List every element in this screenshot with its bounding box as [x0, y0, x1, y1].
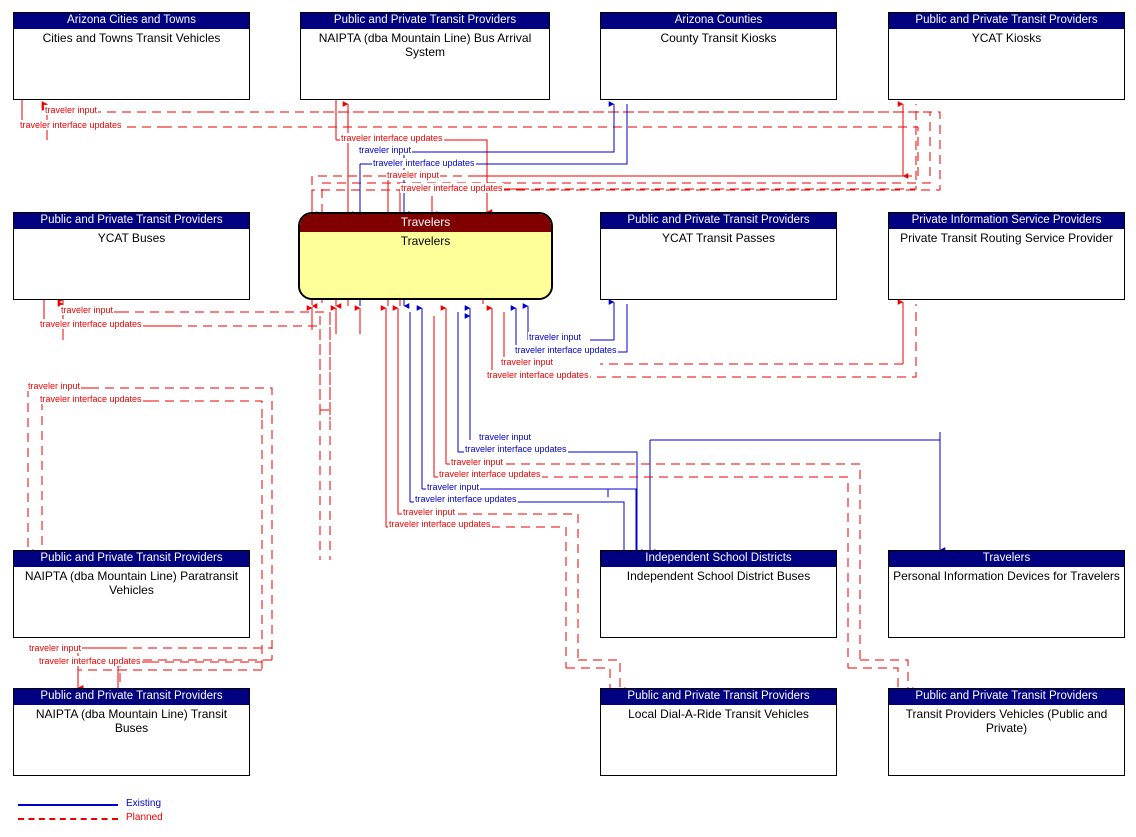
flow-label: traveler input: [402, 507, 457, 517]
flow-label: traveler interface updates: [414, 494, 518, 504]
legend: Existing Planned: [18, 798, 228, 832]
flow-label: traveler interface updates: [39, 394, 143, 404]
node-stakeholder: Public and Private Transit Providers: [889, 689, 1124, 705]
node-ycat-kiosks[interactable]: Public and Private Transit Providers YCA…: [888, 12, 1125, 100]
flow-label: traveler interface updates: [486, 370, 590, 380]
flow-label: traveler interface updates: [400, 183, 504, 193]
legend-line-existing: [18, 804, 118, 806]
flow-label: traveler interface updates: [388, 519, 492, 529]
node-cities-towns-transit-vehicles[interactable]: Arizona Cities and Towns Cities and Town…: [13, 12, 250, 100]
node-personal-information-devices-for-travelers[interactable]: Travelers Personal Information Devices f…: [888, 550, 1125, 638]
legend-label-planned: Planned: [126, 812, 163, 823]
legend-label-existing: Existing: [126, 798, 162, 809]
node-local-dial-a-ride-transit-vehicles[interactable]: Public and Private Transit Providers Loc…: [600, 688, 837, 776]
node-title: County Transit Kiosks: [660, 31, 777, 45]
node-naipta-paratransit-vehicles[interactable]: Public and Private Transit Providers NAI…: [13, 550, 250, 638]
flow-label: traveler input: [528, 332, 583, 342]
node-stakeholder: Public and Private Transit Providers: [14, 213, 249, 229]
flow-label: traveler interface updates: [514, 345, 618, 355]
node-private-transit-routing-service-provider[interactable]: Private Information Service Providers Pr…: [888, 212, 1125, 300]
node-title: Independent School District Buses: [626, 569, 811, 583]
node-naipta-bus-arrival-system[interactable]: Public and Private Transit Providers NAI…: [300, 12, 550, 100]
node-title: Cities and Towns Transit Vehicles: [42, 31, 221, 45]
flow-label: traveler input: [478, 432, 533, 442]
node-title: YCAT Transit Passes: [662, 231, 775, 245]
flow-label: traveler interface updates: [340, 133, 444, 143]
flow-label: traveler input: [500, 357, 555, 367]
flow-label: traveler interface updates: [438, 469, 542, 479]
node-stakeholder: Public and Private Transit Providers: [301, 13, 549, 29]
node-title: YCAT Buses: [97, 231, 166, 245]
flow-label: traveler input: [426, 482, 481, 492]
node-stakeholder: Travelers: [300, 214, 551, 232]
legend-line-planned: [18, 818, 118, 820]
node-ycat-transit-passes[interactable]: Public and Private Transit Providers YCA…: [600, 212, 837, 300]
legend-row-planned: Planned: [18, 812, 228, 826]
flow-label: traveler interface updates: [19, 120, 123, 130]
node-stakeholder: Private Information Service Providers: [889, 213, 1124, 229]
node-stakeholder: Public and Private Transit Providers: [889, 13, 1124, 29]
node-stakeholder: Public and Private Transit Providers: [601, 213, 836, 229]
node-travelers-center[interactable]: Travelers Travelers: [298, 212, 553, 300]
node-title: NAIPTA (dba Mountain Line) Bus Arrival S…: [318, 31, 532, 59]
flow-label: traveler input: [60, 305, 115, 315]
node-title: NAIPTA (dba Mountain Line) Transit Buses: [35, 707, 228, 735]
node-independent-school-district-buses[interactable]: Independent School Districts Independent…: [600, 550, 837, 638]
flow-label: traveler input: [44, 105, 99, 115]
flow-label: traveler interface updates: [38, 656, 142, 666]
node-title: Private Transit Routing Service Provider: [900, 231, 1113, 245]
node-stakeholder: Public and Private Transit Providers: [601, 689, 836, 705]
node-stakeholder: Public and Private Transit Providers: [14, 689, 249, 705]
node-title: YCAT Kiosks: [971, 31, 1042, 45]
node-ycat-buses[interactable]: Public and Private Transit Providers YCA…: [13, 212, 250, 300]
diagram-canvas: Arizona Cities and Towns Cities and Town…: [0, 0, 1136, 837]
flow-label: traveler input: [386, 170, 441, 180]
flow-label: traveler interface updates: [464, 444, 568, 454]
node-title: Transit Providers Vehicles (Public and P…: [905, 707, 1108, 735]
node-title: Travelers: [300, 232, 551, 298]
node-title: NAIPTA (dba Mountain Line) Paratransit V…: [24, 569, 239, 597]
legend-row-existing: Existing: [18, 798, 228, 812]
flow-label: traveler interface updates: [39, 319, 143, 329]
node-title: Personal Information Devices for Travele…: [893, 569, 1120, 583]
node-county-transit-kiosks[interactable]: Arizona Counties County Transit Kiosks: [600, 12, 837, 100]
node-stakeholder: Arizona Counties: [601, 13, 836, 29]
flow-label: traveler input: [28, 643, 83, 653]
node-title: Local Dial-A-Ride Transit Vehicles: [628, 707, 809, 721]
node-stakeholder: Arizona Cities and Towns: [14, 13, 249, 29]
node-stakeholder: Independent School Districts: [601, 551, 836, 567]
node-transit-providers-vehicles[interactable]: Public and Private Transit Providers Tra…: [888, 688, 1125, 776]
node-stakeholder: Travelers: [889, 551, 1124, 567]
flow-label: traveler input: [450, 457, 505, 467]
flow-label: traveler input: [358, 145, 413, 155]
flow-label: traveler input: [27, 381, 82, 391]
flow-label: traveler interface updates: [372, 158, 476, 168]
node-naipta-transit-buses[interactable]: Public and Private Transit Providers NAI…: [13, 688, 250, 776]
node-stakeholder: Public and Private Transit Providers: [14, 551, 249, 567]
